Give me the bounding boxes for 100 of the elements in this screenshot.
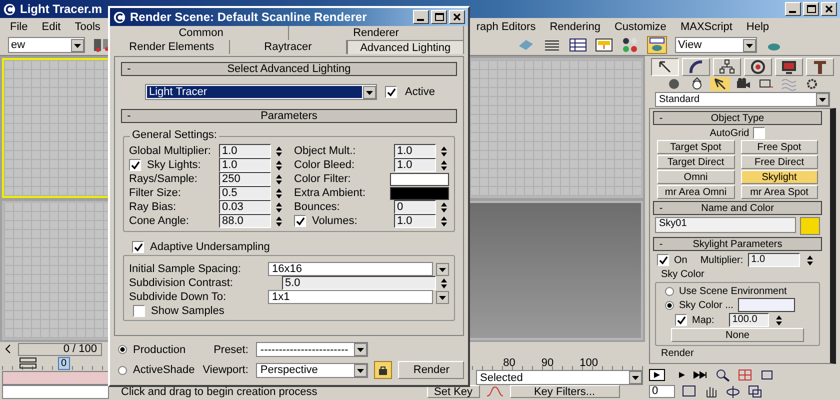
number-field[interactable]: 250 [219,172,271,186]
light-icon[interactable] [710,77,730,91]
light-type-button[interactable]: Target Direct [657,155,734,169]
checkbox[interactable] [133,305,145,317]
menu-item[interactable]: Help [744,20,772,32]
monitor-icon[interactable] [775,58,803,76]
checkbox[interactable] [294,215,306,227]
spinner-arrows-icon[interactable] [439,276,449,290]
radio-button[interactable] [118,345,127,354]
minimize-button[interactable] [785,2,801,16]
maxscript-listener-field[interactable] [2,370,109,384]
light-type-button[interactable]: Free Spot [740,140,818,154]
checkbox[interactable] [385,86,397,98]
dropdown-field[interactable]: 1x1 [268,290,433,304]
spinner-arrows-icon[interactable] [439,200,449,214]
light-type-button[interactable]: Omni [657,170,734,184]
maximize-button[interactable] [431,10,447,24]
checkbox[interactable] [753,127,766,139]
wheel-icon[interactable] [744,58,772,76]
checkbox[interactable] [129,159,141,171]
menu-item[interactable]: MAXScript [678,20,734,32]
close-button[interactable] [449,10,465,24]
collapse-toggle[interactable]: - [654,112,668,124]
number-field[interactable]: 1.0 [219,144,271,158]
spinner-arrows-icon[interactable] [274,200,284,214]
light-type-button[interactable]: Target Spot [657,140,734,154]
spinner-arrows-icon[interactable] [439,144,449,158]
skip-to-end-icon[interactable] [693,369,709,381]
menu-item[interactable]: Rendering [548,20,602,32]
spheres-icon[interactable] [621,37,639,53]
dropdown-field[interactable]: 16x16 [268,262,433,276]
lighting-plugin-dropdown[interactable]: Light Tracer [145,84,377,100]
menu-item[interactable]: File [8,20,30,32]
spinner-arrows-icon[interactable] [274,144,284,158]
frame-counter[interactable]: 0 / 100 [18,342,102,356]
rollout-title[interactable]: Parameters [136,110,442,122]
map-amount-field[interactable]: 100.0 [729,313,770,327]
spinner-arrows-icon[interactable] [274,172,284,186]
hierarchy-icon[interactable] [713,58,741,76]
rollout-title[interactable]: Select Advanced Lighting [136,63,442,75]
rollout-title[interactable]: Skylight Parameters [668,238,807,250]
selection-dropdown[interactable]: Selected [476,370,643,385]
light-type-button[interactable]: Skylight [740,170,818,184]
menu-item[interactable]: Edit [40,20,63,32]
collapse-toggle[interactable]: - [654,238,668,250]
object-category-dropdown[interactable]: Standard [655,92,830,107]
number-field[interactable]: 1.0 [394,144,436,158]
number-field[interactable]: 1.0 [219,158,271,172]
viewport-dropdown[interactable]: Perspective [256,362,368,378]
name-field[interactable]: Sky01 [655,217,796,233]
color-swatch[interactable] [390,186,449,200]
rollout-title[interactable]: Name and Color [668,202,807,214]
color-swatch[interactable] [390,172,449,186]
menu-item[interactable]: Customize [612,20,668,32]
rollout-title[interactable]: Object Type [668,112,807,124]
table-icon[interactable] [569,37,587,53]
render-button[interactable]: Render [398,361,464,379]
render-teapot-icon[interactable] [647,36,667,54]
zoom-icon[interactable] [715,368,731,382]
play-icon[interactable] [649,369,665,381]
checkbox[interactable] [675,314,687,326]
collapse-toggle[interactable]: - [122,63,136,75]
spinner-arrows-icon[interactable] [439,158,449,172]
number-field[interactable]: 1.0 [394,214,436,228]
spinner-arrows-icon[interactable] [774,314,784,326]
light-type-button[interactable]: Free Direct [740,155,818,169]
spinner-arrows-icon[interactable] [274,158,284,172]
frame-field[interactable]: 0 [649,384,675,398]
object-color-swatch[interactable] [800,217,820,235]
number-field[interactable]: 1.0 [394,158,436,172]
panel-icon[interactable] [595,37,613,53]
spinner-arrows-icon[interactable] [439,214,449,228]
sky-color-swatch[interactable] [738,298,796,312]
light-type-button[interactable]: mr Area Omni [657,185,734,199]
lock-button[interactable] [374,361,392,379]
radio-button[interactable] [665,287,674,296]
maximize-button[interactable] [803,2,819,16]
checkbox[interactable] [657,254,669,266]
number-field[interactable]: 0.5 [219,186,271,200]
render-type-dropdown[interactable]: View [675,37,757,53]
maximize-viewport-icon[interactable] [747,384,763,398]
key-filters-button[interactable]: Key Filters... [510,385,620,398]
checkbox[interactable] [132,241,144,253]
number-field[interactable]: 0.03 [219,200,271,214]
close-button[interactable] [821,2,837,16]
collapse-toggle[interactable]: - [122,110,136,122]
radio-button[interactable] [665,300,674,310]
map-button[interactable]: None [671,328,804,342]
light-type-button[interactable]: mr Area Spot [740,185,818,199]
dialog-tab[interactable]: Advanced Lighting [346,40,464,54]
preset-dropdown[interactable]: ------------------------ [256,342,368,357]
spinner-arrows-icon[interactable] [274,214,284,228]
script-input-field[interactable] [2,384,109,398]
collapse-toggle[interactable]: - [654,202,668,214]
orbit-icon[interactable] [725,384,741,398]
spinner-arrows-icon[interactable] [274,186,284,200]
number-field[interactable]: 88.0 [219,214,271,228]
time-slider-thumb[interactable]: 0 [58,356,70,370]
menu-item[interactable]: raph Editors [474,20,538,32]
radio-button[interactable] [118,366,127,374]
